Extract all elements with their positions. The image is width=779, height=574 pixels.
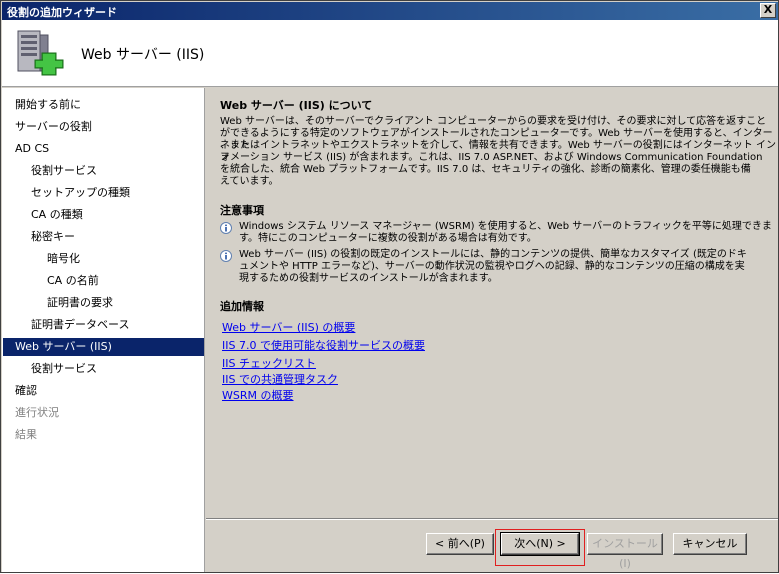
step-progress: 進行状況	[15, 406, 59, 419]
note-iis-default-line-3: 現するための役割サービスのインストールが含まれます。	[239, 273, 498, 284]
step-web-server-iis[interactable]: Web サーバー (IIS)	[3, 338, 204, 356]
step-private-key[interactable]: 秘密キー	[31, 228, 75, 246]
step-ca-name[interactable]: CA の名前	[47, 272, 99, 290]
note-iis-default-line-1: Web サーバー (IIS) の役割の既定のインストールには、静的コンテンツの提…	[239, 249, 747, 260]
link-role-services-overview[interactable]: IIS 7.0 で使用可能な役割サービスの概要	[222, 337, 425, 353]
about-line-6: えています。	[220, 176, 279, 187]
step-ad-cs-role-services[interactable]: 役割サービス	[31, 162, 97, 180]
link-iis-overview[interactable]: Web サーバー (IIS) の概要	[222, 319, 355, 335]
footer-divider	[206, 518, 778, 520]
install-button: インストール(I)	[587, 533, 663, 570]
notes-heading: 注意事項	[220, 204, 264, 217]
step-iis-role-services[interactable]: 役割サービス	[31, 360, 97, 378]
step-before-you-begin[interactable]: 開始する前に	[15, 96, 81, 114]
wizard-step-list: 開始する前に サーバーの役割 AD CS 役割サービス セットアップの種類 CA…	[2, 88, 205, 572]
note-wsrm-line-1: Windows システム リソース マネージャー (WSRM) を使用すると、W…	[239, 221, 772, 232]
step-certificate-database[interactable]: 証明書データベース	[31, 316, 129, 334]
info-icon	[220, 250, 232, 262]
step-setup-type[interactable]: セットアップの種類	[31, 184, 130, 202]
close-button[interactable]: X	[760, 3, 776, 18]
about-line-5: を統合した、統合 Web プラットフォームです。IIS 7.0 は、セキュリティ…	[220, 164, 751, 175]
link-iis-checklist[interactable]: IIS チェックリスト	[222, 355, 316, 371]
highlight-box	[495, 529, 585, 566]
server-add-icon	[17, 30, 64, 76]
step-ad-cs[interactable]: AD CS	[15, 140, 49, 158]
page-title: Web サーバー (IIS)	[81, 47, 205, 63]
link-common-admin-tasks[interactable]: IIS での共通管理タスク	[222, 371, 338, 387]
more-info-heading: 追加情報	[220, 300, 264, 313]
info-icon	[220, 222, 232, 234]
link-wsrm-overview[interactable]: WSRM の概要	[222, 387, 294, 403]
step-confirmation[interactable]: 確認	[15, 382, 37, 400]
step-certificate-request[interactable]: 証明書の要求	[47, 294, 113, 312]
wizard-window: 役割の追加ウィザード X Web サーバー (IIS) 開始する前に サーバーの…	[0, 0, 779, 573]
step-ca-type[interactable]: CA の種類	[31, 206, 83, 224]
title-bar[interactable]: 役割の追加ウィザード X	[2, 2, 778, 20]
about-line-1: Web サーバーは、そのサーバーでクライアント コンピューターからの要求を受け付…	[220, 116, 767, 127]
wizard-header: Web サーバー (IIS)	[2, 20, 778, 87]
back-button[interactable]: < 前へ(P)	[426, 533, 494, 555]
cancel-button[interactable]: キャンセル	[673, 533, 747, 555]
step-results: 結果	[15, 428, 37, 441]
window-title: 役割の追加ウィザード	[7, 6, 117, 19]
step-server-roles[interactable]: サーバーの役割	[15, 118, 92, 136]
about-heading: Web サーバー (IIS) について	[220, 99, 373, 112]
about-line-4: ォメーション サービス (IIS) が含まれます。これは、IIS 7.0 ASP…	[220, 152, 763, 163]
note-wsrm-line-2: す。特にこのコンピューターに複数の役割がある場合は有効です。	[239, 233, 537, 244]
note-iis-default-line-2: ュメントや HTTP エラーなど)、サーバーの動作状況の監視やログへの記録、静的…	[239, 261, 745, 272]
step-cryptography[interactable]: 暗号化	[47, 250, 80, 268]
content-pane: Web サーバー (IIS) について Web サーバーは、そのサーバーでクライ…	[206, 88, 778, 518]
